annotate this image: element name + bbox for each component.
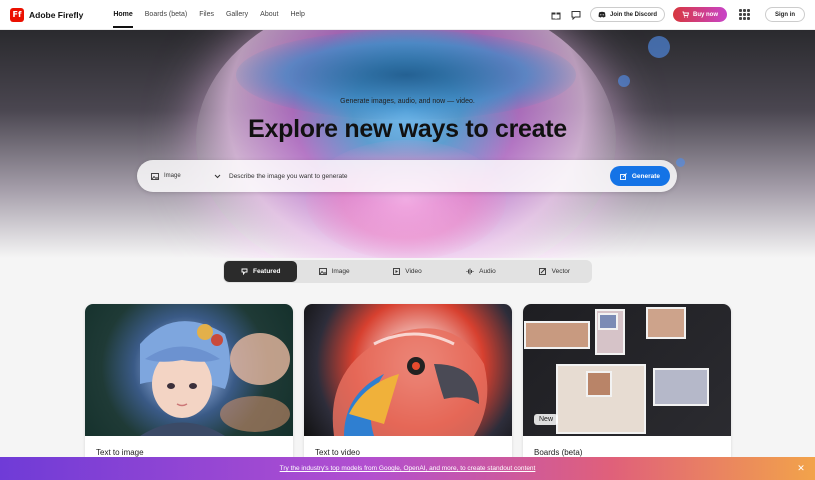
mode-select-label: Image [164,173,181,179]
buy-now-label: Buy now [693,11,718,18]
card-label: Text to image [96,448,144,457]
tab-featured[interactable]: Featured [224,261,298,282]
main-nav: Home Boards (beta) Files Gallery About H… [107,0,311,30]
card-label: Boards (beta) [534,448,583,457]
discord-icon [598,11,606,18]
board-photo [524,321,590,349]
image-icon [318,268,327,275]
card-image-parrot [304,304,512,436]
generate-label: Generate [631,172,660,180]
audio-icon [466,268,474,275]
bokeh-light [676,158,685,167]
card-image-anime-portrait [85,304,293,436]
join-discord-button[interactable]: Join the Discord [589,7,665,22]
top-header: Ff Adobe Firefly Home Boards (beta) File… [0,0,815,30]
prompt-bar: Image Generate [137,160,677,192]
generate-button[interactable]: Generate [609,166,670,186]
video-icon [393,268,401,275]
tab-audio[interactable]: Audio [444,261,517,282]
board-photo [598,313,618,330]
board-photo [646,307,686,339]
hero-subtitle: Generate images, audio, and now — video. [340,98,475,105]
lightbulb-icon [241,268,248,275]
hero-title: Explore new ways to create [248,115,567,143]
nav-boards[interactable]: Boards (beta) [139,0,193,30]
header-actions: Join the Discord Buy now Sign in [550,7,805,22]
tab-vector-label: Vector [551,268,571,275]
cart-icon [682,11,689,18]
tab-video-label: Video [405,268,422,275]
gift-icon[interactable] [550,9,562,21]
category-tabs: Featured Image Video Audio Vector [223,260,592,283]
tab-image-label: Image [331,268,350,275]
app-logo[interactable]: Ff Adobe Firefly [10,7,84,22]
buy-now-button[interactable]: Buy now [673,7,727,22]
generate-icon [619,172,627,180]
tab-image[interactable]: Image [297,261,370,282]
image-icon [151,172,159,180]
firefly-logo-icon: Ff [10,7,24,22]
vector-icon [538,268,546,275]
tab-vector[interactable]: Vector [518,261,591,282]
tab-audio-label: Audio [479,268,496,275]
card-image-moodboard: New [523,304,731,436]
sign-in-button[interactable]: Sign in [765,7,805,22]
nav-help[interactable]: Help [284,0,310,30]
mode-select[interactable]: Image [151,172,221,180]
prompt-input[interactable] [229,172,610,180]
board-photo [653,368,709,406]
join-discord-label: Join the Discord [609,11,657,18]
new-badge: New [534,414,559,425]
tab-video[interactable]: Video [371,261,444,282]
card-label: Text to video [315,448,360,457]
bokeh-light [648,36,670,58]
nav-gallery[interactable]: Gallery [220,0,254,30]
chevron-down-icon [214,174,221,178]
promo-banner: Try the industry's top models from Googl… [0,457,815,480]
feature-card-boards[interactable]: New Boards (beta) [523,304,731,480]
nav-about[interactable]: About [254,0,284,30]
close-icon[interactable]: ✕ [796,463,806,473]
chat-icon[interactable] [570,9,582,21]
feature-card-text-to-image[interactable]: Text to image [85,304,293,480]
nav-home[interactable]: Home [107,0,138,30]
feature-card-text-to-video[interactable]: Text to video [304,304,512,480]
hero-orb-artwork [196,30,616,258]
board-photo [586,371,612,397]
hero-section: Generate images, audio, and now — video.… [0,30,815,258]
nav-files[interactable]: Files [193,0,220,30]
apps-grid-icon[interactable] [739,8,751,21]
bokeh-light [618,75,630,87]
tab-featured-label: Featured [252,268,281,275]
promo-banner-link[interactable]: Try the industry's top models from Googl… [280,465,536,472]
app-name: Adobe Firefly [29,9,84,20]
